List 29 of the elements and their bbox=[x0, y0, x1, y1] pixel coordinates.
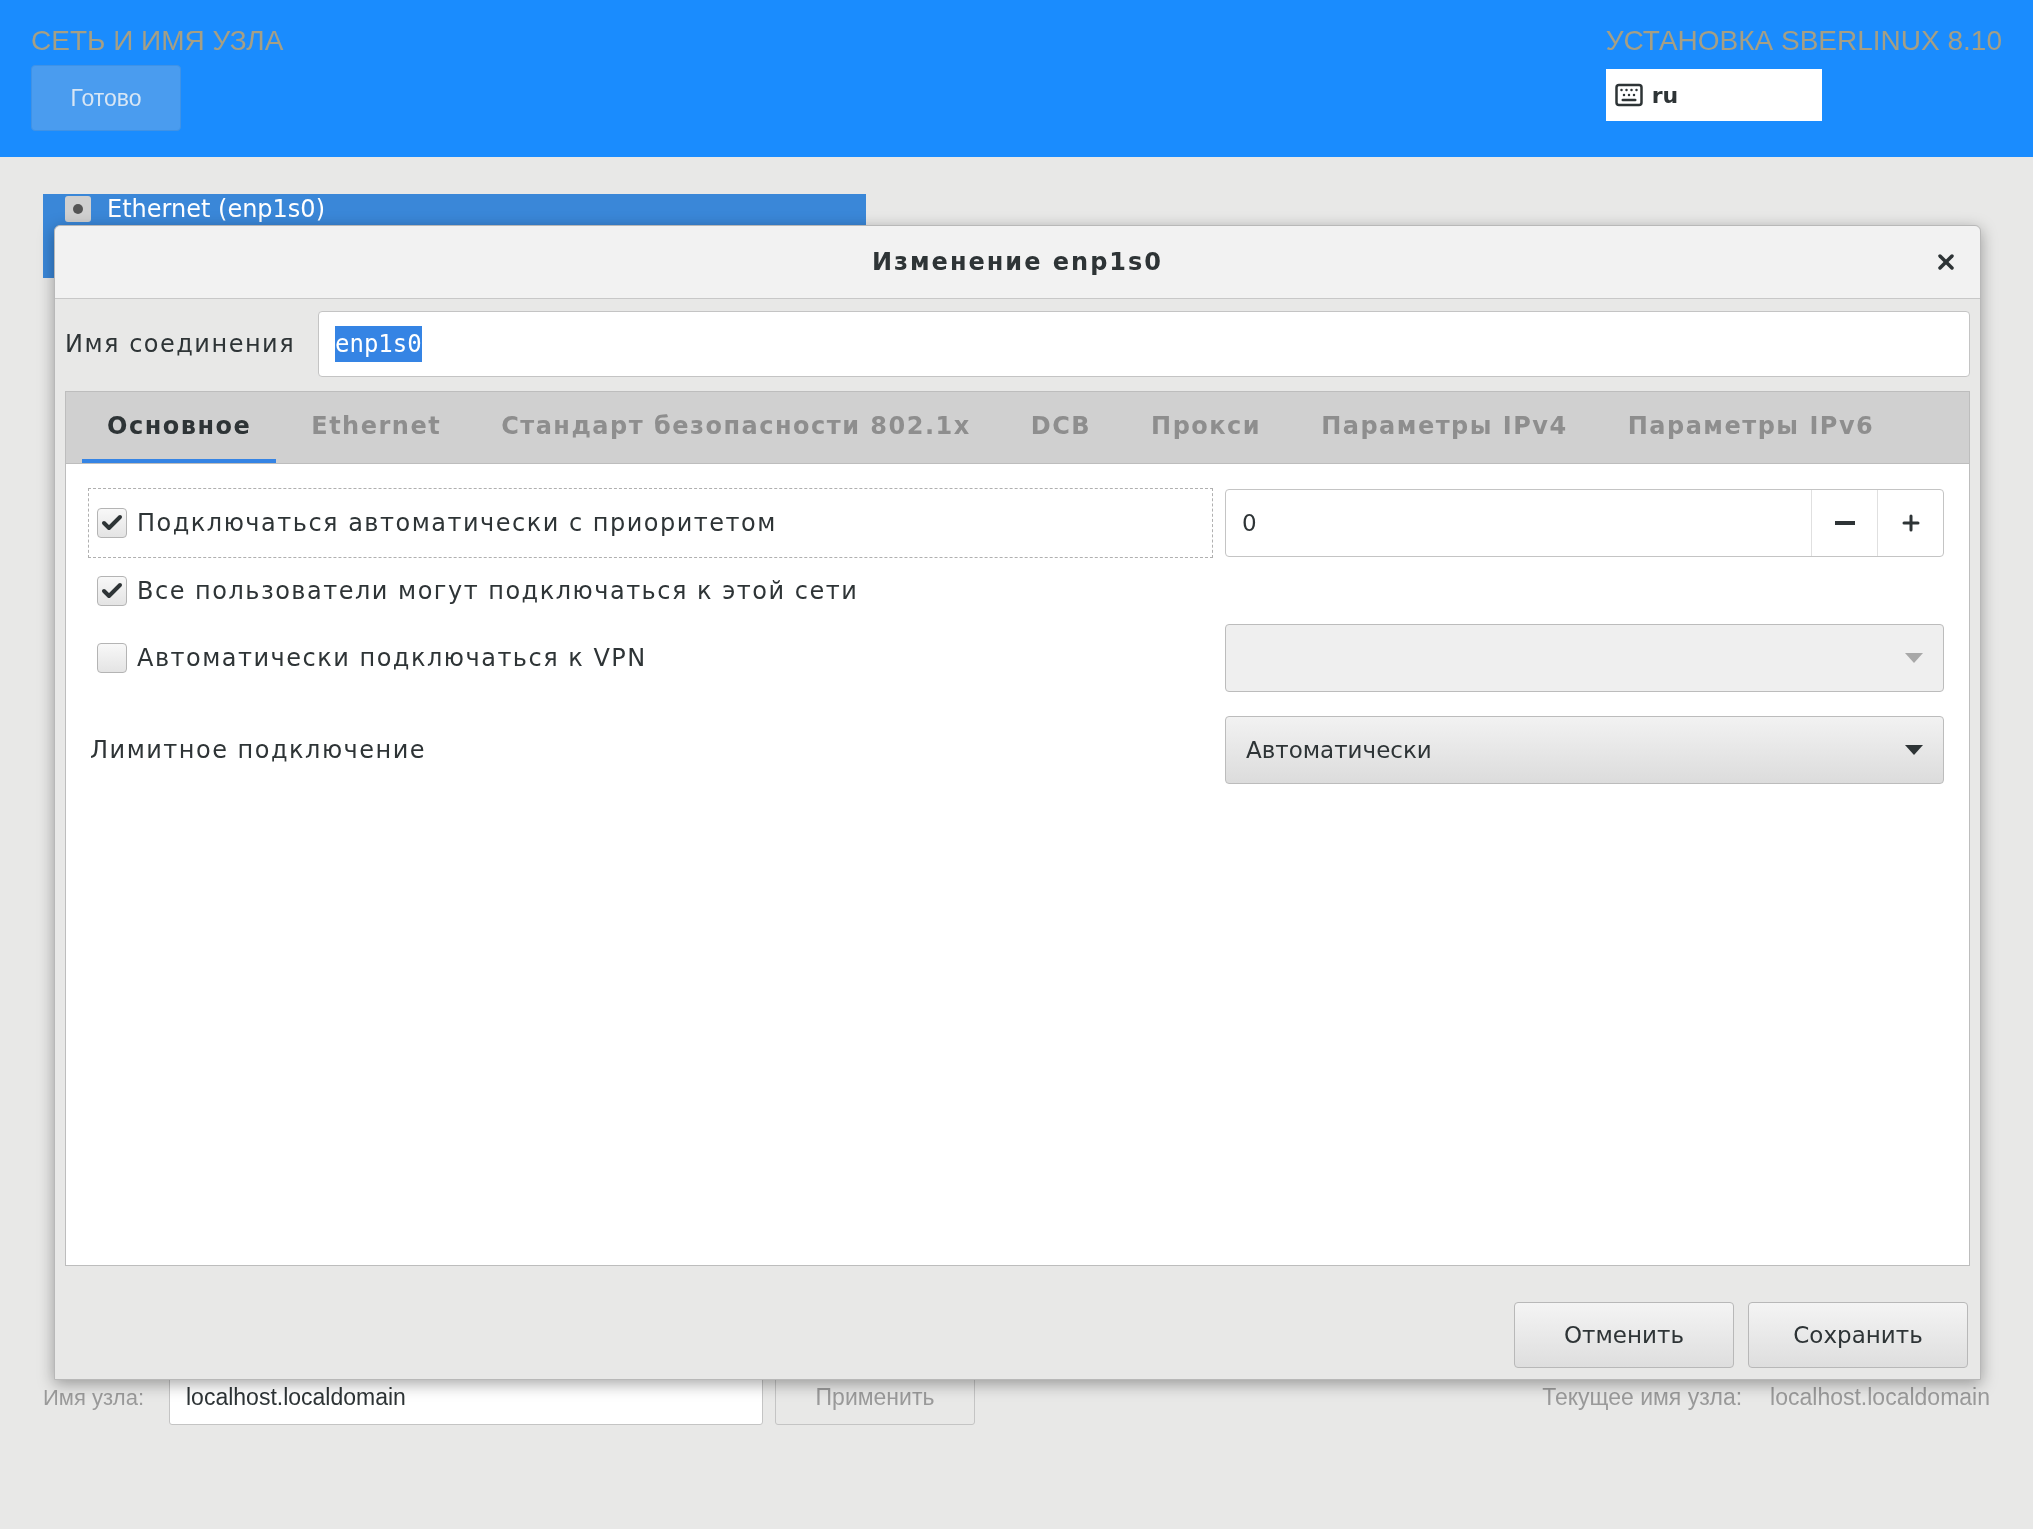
minus-icon bbox=[1834, 521, 1855, 525]
checkbox[interactable] bbox=[97, 508, 127, 538]
dialog-button[interactable]: Сохранить bbox=[1748, 1302, 1968, 1368]
caret-icon bbox=[1905, 745, 1923, 755]
priority-spin-field[interactable]: 0 bbox=[1225, 489, 1944, 557]
device-icon bbox=[65, 196, 91, 222]
checkbox-row[interactable]: Автоматически подключаться к VPN bbox=[88, 623, 1213, 693]
spoke-title: СЕТЬ И ИМЯ УЗЛА bbox=[31, 27, 284, 55]
checkbox[interactable] bbox=[97, 643, 127, 673]
dropdown[interactable]: Автоматически bbox=[1225, 716, 1944, 784]
caret-icon bbox=[1905, 653, 1923, 663]
metered-label: Лимитное подключение bbox=[89, 735, 427, 766]
dialog-button[interactable]: Отменить bbox=[1514, 1302, 1734, 1368]
checkbox-label: Автоматически подключаться к VPN bbox=[137, 643, 647, 674]
connection-name-label: Имя соединения bbox=[65, 329, 296, 360]
checkbox-row[interactable]: Подключаться автоматически с приоритетом bbox=[88, 488, 1213, 558]
checkbox-row[interactable]: Все пользователи могут подключаться к этой сети bbox=[88, 556, 1213, 626]
dialog-title: Изменение enp1s0 bbox=[871, 247, 1163, 278]
checkbox-label: Подключаться автоматически с приоритетом bbox=[137, 508, 777, 539]
product-title: УСТАНОВКА SBERLINUX 8.10 bbox=[1605, 27, 2002, 55]
hostname-label: Имя узла: bbox=[43, 1384, 145, 1412]
tab[interactable]: Основное bbox=[82, 392, 277, 463]
checkbox-label: Все пользователи могут подключаться к этой сети bbox=[137, 576, 859, 607]
connection-name-field[interactable]: enp1s0 bbox=[318, 311, 1970, 377]
checkbox[interactable] bbox=[97, 576, 127, 606]
spin-value: 0 bbox=[1241, 508, 1258, 538]
current-hostname: localhost.localdomain bbox=[1770, 1383, 1990, 1413]
keyboard-layout-button[interactable]: ru bbox=[1605, 69, 1822, 121]
current-hostname-label: Текущее имя узла: bbox=[1542, 1383, 1743, 1413]
